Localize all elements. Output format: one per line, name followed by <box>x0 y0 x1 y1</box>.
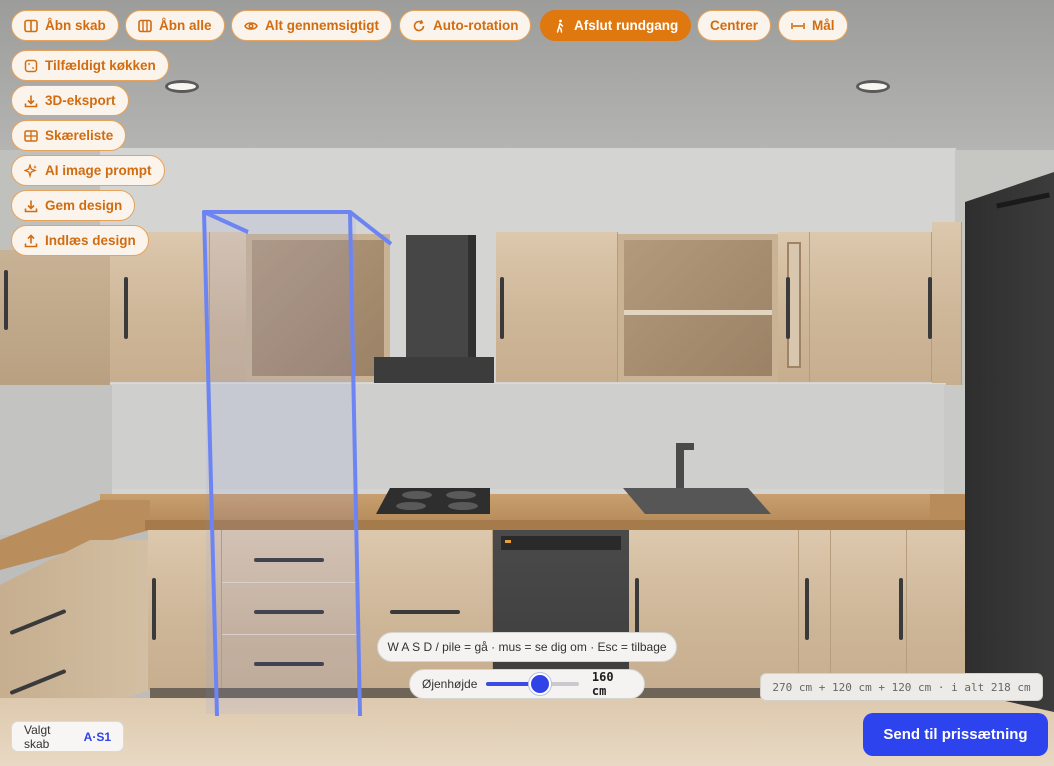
export-3d-button[interactable]: 3D-eksport <box>11 85 129 116</box>
eye-height-control: Øjenhøjde 160 cm <box>409 669 645 699</box>
save-design-label: Gem design <box>45 198 123 213</box>
sparkle-icon <box>24 163 38 178</box>
download-icon <box>24 199 38 213</box>
load-design-button[interactable]: Indlæs design <box>11 225 149 256</box>
all-transparent-button[interactable]: Alt gennemsigtigt <box>231 10 392 41</box>
eye-icon <box>244 19 258 33</box>
columns-icon <box>138 19 152 33</box>
send-for-pricing-button[interactable]: Send til prissætning <box>863 713 1048 756</box>
upload-icon <box>24 233 38 248</box>
send-for-pricing-label: Send til prissætning <box>883 726 1028 743</box>
rotate-icon <box>412 19 426 33</box>
selected-cabinet-indicator: Valgt skab A·S1 <box>11 721 124 752</box>
ruler-arrows-icon <box>791 19 805 33</box>
walk-controls-hint-text: W A S D / pile = gå · mus = se dig om · … <box>387 640 667 654</box>
end-tour-button[interactable]: Afslut rundgang <box>540 10 692 41</box>
ai-image-prompt-button[interactable]: AI image prompt <box>11 155 165 186</box>
eye-height-value: 160 cm <box>591 670 614 698</box>
center-label: Centrer <box>710 18 759 33</box>
walk-controls-hint: W A S D / pile = gå · mus = se dig om · … <box>377 632 677 662</box>
walking-person-icon <box>553 19 567 33</box>
eye-height-slider[interactable] <box>486 673 579 695</box>
random-kitchen-label: Tilfældigt køkken <box>45 58 156 73</box>
cabinet-open-icon <box>24 19 38 33</box>
all-transparent-label: Alt gennemsigtigt <box>265 18 379 33</box>
ai-image-prompt-label: AI image prompt <box>45 163 152 178</box>
cut-list-button[interactable]: Skæreliste <box>11 120 127 151</box>
eye-height-label: Øjenhøjde <box>422 677 478 691</box>
selected-cabinet-label: Valgt skab <box>24 722 51 751</box>
random-kitchen-button[interactable]: Tilfældigt køkken <box>11 50 169 81</box>
measure-label: Mål <box>812 18 835 33</box>
dimensions-text: 270 cm + 120 cm + 120 cm · i alt 218 cm <box>772 680 1031 694</box>
open-cabinet-label: Åbn skab <box>45 18 106 33</box>
cut-list-label: Skæreliste <box>45 128 114 143</box>
auto-rotation-label: Auto-rotation <box>433 18 519 33</box>
auto-rotation-button[interactable]: Auto-rotation <box>399 10 532 41</box>
open-all-button[interactable]: Åbn alle <box>125 10 225 41</box>
center-button[interactable]: Centrer <box>697 10 772 41</box>
dimensions-readout: 270 cm + 120 cm + 120 cm · i alt 218 cm <box>760 673 1043 701</box>
dice-icon <box>24 59 38 73</box>
export-3d-label: 3D-eksport <box>45 93 116 108</box>
load-design-label: Indlæs design <box>45 233 136 248</box>
save-design-button[interactable]: Gem design <box>11 190 136 221</box>
eye-height-slider-thumb[interactable] <box>529 673 552 695</box>
end-tour-label: Afslut rundgang <box>574 18 679 33</box>
download-icon <box>24 94 38 108</box>
table-icon <box>24 129 38 143</box>
selected-cabinet-value: A·S1 <box>83 729 111 744</box>
open-all-label: Åbn alle <box>159 18 212 33</box>
measure-button[interactable]: Mål <box>778 10 848 41</box>
open-cabinet-button[interactable]: Åbn skab <box>11 10 119 41</box>
